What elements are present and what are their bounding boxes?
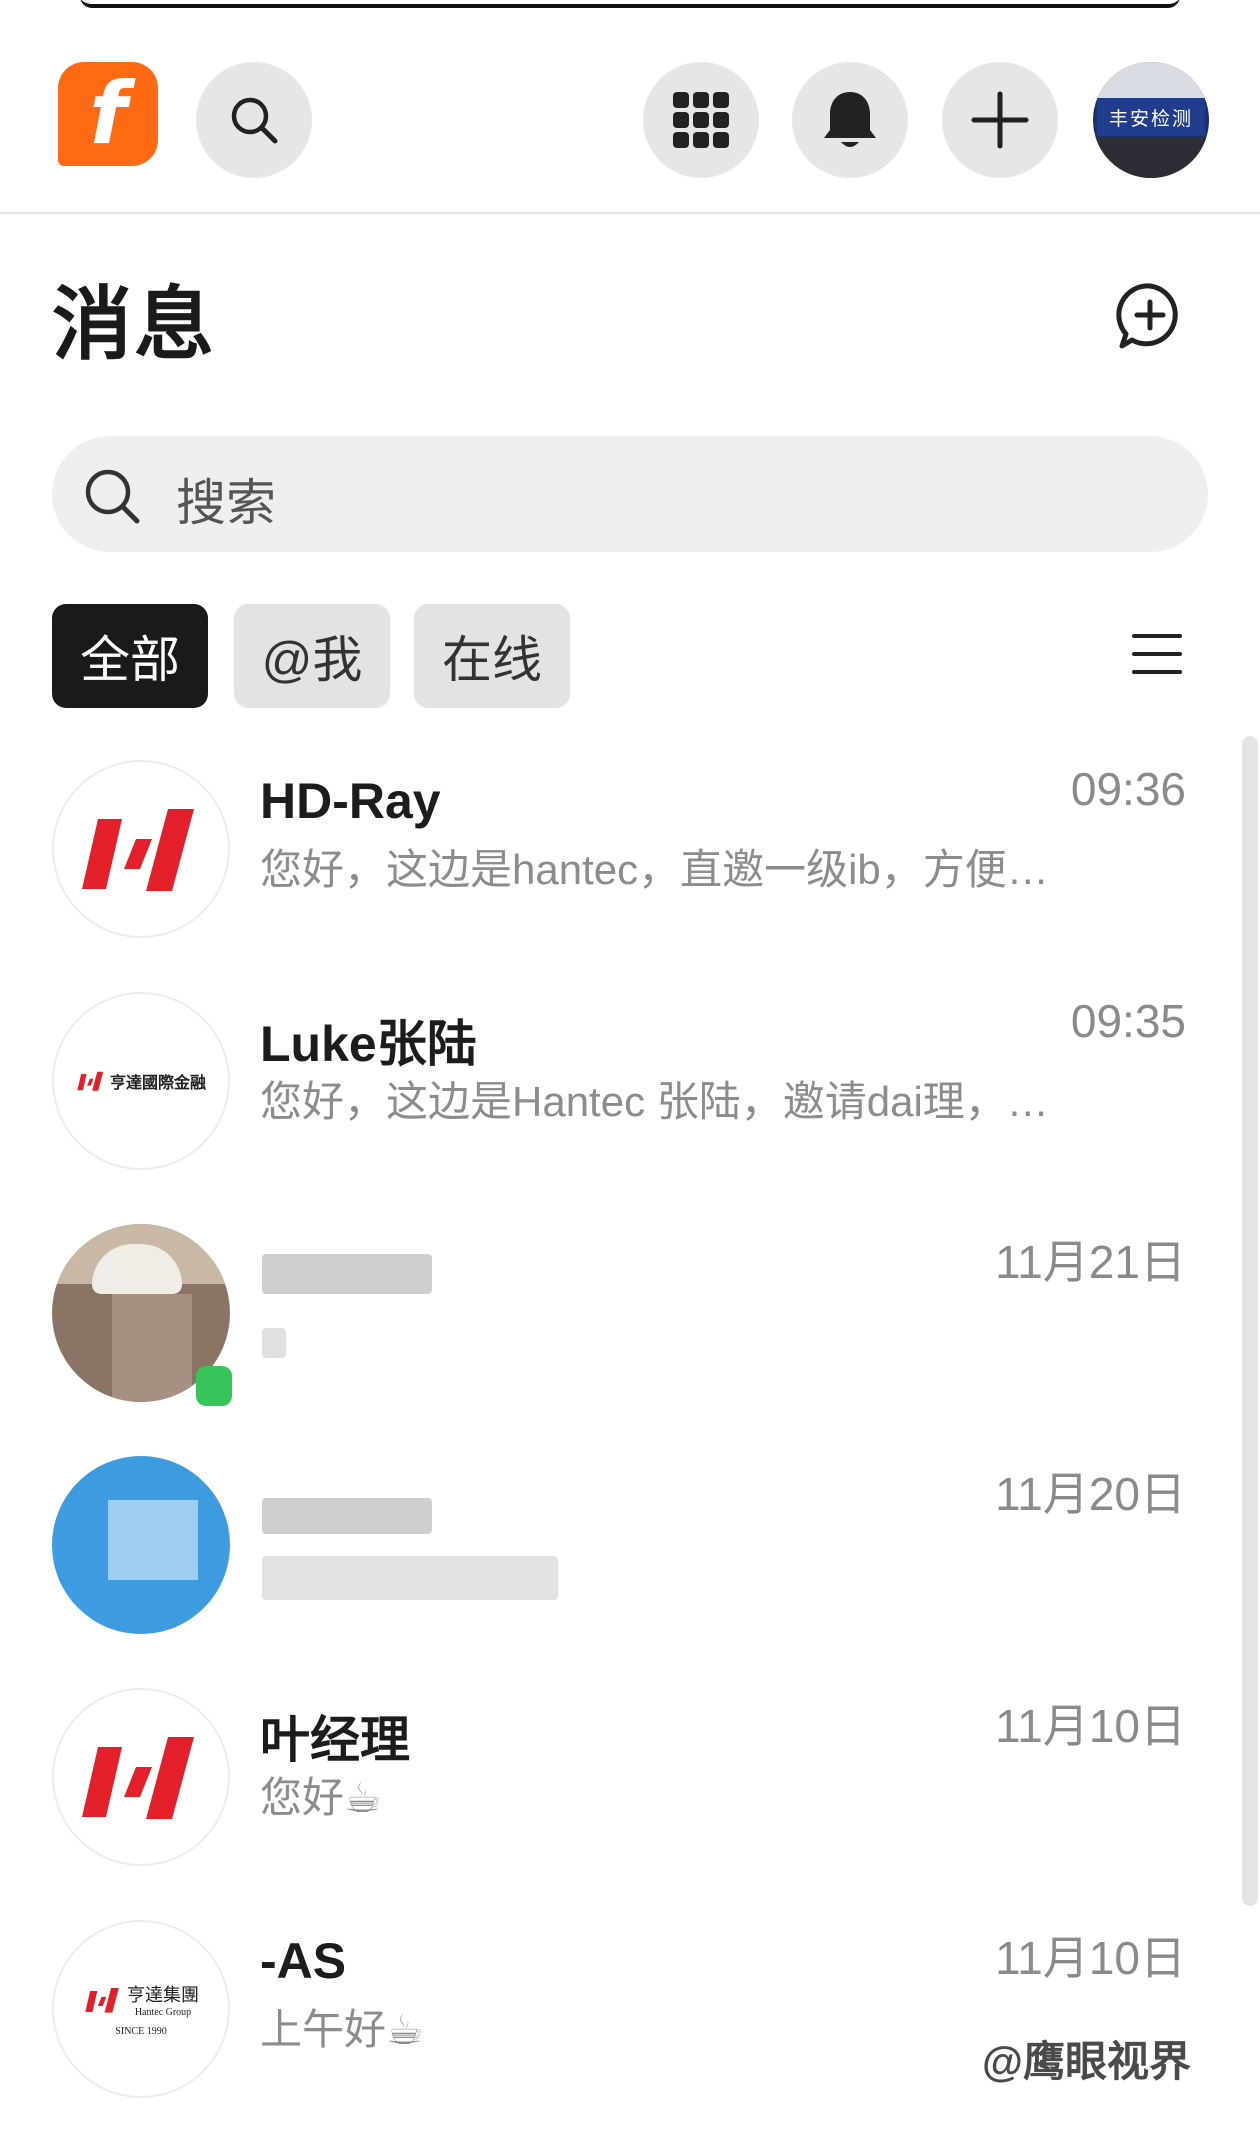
logo-letter: f bbox=[89, 64, 127, 164]
avatar-bg-bottom bbox=[1093, 138, 1209, 178]
hantec-group-logo: 亨達集團 Hantec Group SINCE 1990 bbox=[83, 1981, 199, 2037]
menu-icon[interactable] bbox=[1132, 632, 1182, 676]
plus-icon bbox=[971, 91, 1029, 149]
search-icon bbox=[231, 97, 278, 144]
app-logo[interactable]: f bbox=[58, 62, 158, 166]
hantec-group-avatar: 亨達集團 Hantec Group SINCE 1990 bbox=[52, 1920, 230, 2098]
conversation-time: 11月10日 bbox=[995, 1700, 1186, 1752]
search-button[interactable] bbox=[196, 62, 312, 178]
blurred-preview bbox=[262, 1328, 286, 1358]
hantec-group-top: 亨達集團 Hantec Group bbox=[83, 1981, 199, 2018]
conversation-preview: 您好，这边是Hantec 张陆，邀请dai理，… bbox=[260, 1078, 1049, 1125]
hantec-logo-icon bbox=[82, 1737, 194, 1819]
new-chat-icon[interactable] bbox=[1114, 280, 1186, 352]
tab-all[interactable]: 全部 bbox=[52, 604, 208, 708]
hantec-intl-logo: 亨達國際金融 bbox=[76, 1069, 206, 1093]
blurred-name bbox=[262, 1498, 432, 1534]
conversation-preview: 上午好☕ bbox=[260, 2006, 424, 2053]
header-divider bbox=[0, 212, 1260, 214]
avatar-sign: 丰安检测 bbox=[1097, 98, 1205, 136]
bell-icon bbox=[824, 92, 876, 147]
blurred-blue-avatar bbox=[52, 1456, 230, 1634]
hantec-group-text: 亨達集團 Hantec Group bbox=[127, 1981, 199, 2018]
watermark-text: @鹰眼视界 bbox=[982, 2038, 1191, 2085]
conversation-name: 叶经理 bbox=[260, 1712, 410, 1768]
photo-mosaic bbox=[112, 1294, 192, 1402]
hantec-intl-text: 亨達國際金融 bbox=[109, 1075, 206, 1092]
online-status-dot bbox=[196, 1366, 232, 1406]
blurred-preview bbox=[262, 1556, 558, 1600]
conversation-row[interactable]: 11月21日 bbox=[0, 1200, 1230, 1434]
tab-mentions[interactable]: @我 bbox=[234, 604, 390, 708]
top-edge bbox=[80, 0, 1180, 8]
conversation-name: Luke张陆 bbox=[260, 1016, 477, 1072]
apps-button[interactable] bbox=[643, 62, 759, 178]
page-title: 消息 bbox=[52, 280, 216, 369]
conversation-row[interactable]: 亨達集團 Hantec Group SINCE 1990 -AS 上午好☕ 11… bbox=[0, 1896, 1230, 2130]
hantec-mini-logo-icon bbox=[77, 1071, 104, 1091]
hantec-group-cn: 亨達集團 bbox=[127, 1985, 199, 2006]
profile-avatar[interactable]: 丰安检测 bbox=[1093, 62, 1209, 178]
hantec-intl-avatar: 亨達國際金融 bbox=[52, 992, 230, 1170]
conversation-time: 11月10日 bbox=[995, 1932, 1186, 1984]
conversation-name: -AS bbox=[260, 1933, 347, 1989]
avatar-bg-top bbox=[1093, 62, 1209, 100]
conversation-time: 11月20日 bbox=[995, 1468, 1186, 1520]
conversation-row[interactable]: HD-Ray 您好，这边是hantec，直邀一级ib，方便… 09:36 bbox=[0, 736, 1230, 970]
add-button[interactable] bbox=[942, 62, 1058, 178]
conversation-time: 11月21日 bbox=[995, 1236, 1186, 1288]
hantec-logo-avatar bbox=[52, 1688, 230, 1866]
conversation-name: HD-Ray bbox=[260, 773, 441, 829]
conversation-row[interactable]: 叶经理 您好☕ 11月10日 bbox=[0, 1664, 1230, 1898]
search-icon bbox=[85, 469, 140, 524]
apps-grid-icon bbox=[673, 92, 729, 148]
conversation-row[interactable]: 亨達國際金融 Luke张陆 您好，这边是Hantec 张陆，邀请dai理，… 0… bbox=[0, 968, 1230, 1202]
blurred-name bbox=[262, 1254, 432, 1294]
hantec-group-since: SINCE 1990 bbox=[115, 2026, 167, 2037]
notifications-button[interactable] bbox=[792, 62, 908, 178]
hantec-group-en: Hantec Group bbox=[134, 2007, 192, 2018]
conversation-time: 09:36 bbox=[1070, 763, 1186, 815]
hantec-mini-logo-icon bbox=[85, 1987, 119, 2013]
search-placeholder: 搜索 bbox=[176, 475, 276, 531]
tab-online[interactable]: 在线 bbox=[414, 604, 570, 708]
scrollbar[interactable] bbox=[1242, 736, 1258, 1906]
hantec-logo-avatar bbox=[52, 760, 230, 938]
blue-mosaic bbox=[108, 1500, 198, 1580]
conversation-preview: 您好，这边是hantec，直邀一级ib，方便… bbox=[260, 846, 1049, 893]
hantec-logo-icon bbox=[82, 809, 194, 891]
conversation-row[interactable]: 11月20日 bbox=[0, 1432, 1230, 1666]
conversation-time: 09:35 bbox=[1070, 995, 1186, 1047]
conversation-preview: 您好☕ bbox=[260, 1774, 382, 1821]
